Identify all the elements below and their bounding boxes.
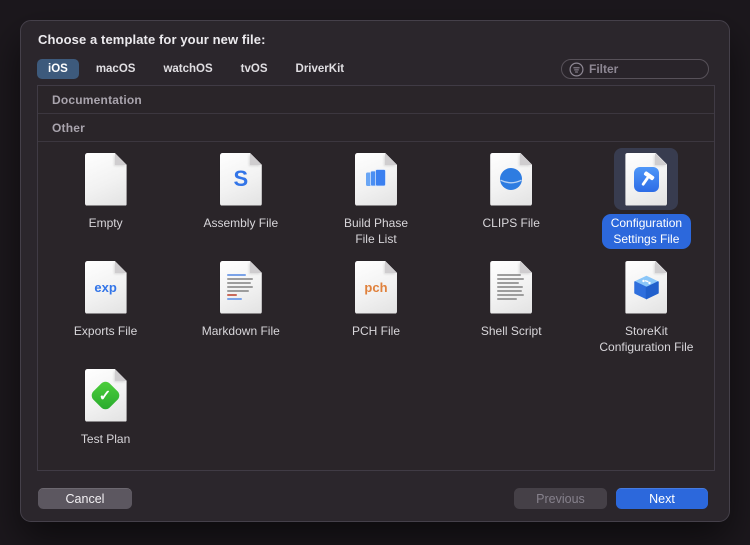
test-plan-icon: ✓: [74, 364, 138, 426]
template-grid: Empty S Assembly File Build Phase File Lis…: [38, 142, 714, 468]
template-label: Shell Script: [480, 324, 542, 338]
template-label: Configuration Settings File: [601, 214, 692, 250]
template-label: Test Plan: [80, 432, 131, 446]
build-phase-file-list-icon: [344, 148, 408, 210]
template-pch-file[interactable]: pch PCH File: [308, 252, 443, 360]
platform-tabs: iOS macOS watchOS tvOS DriverKit: [37, 59, 355, 79]
template-build-phase-file-list[interactable]: Build Phase File List: [308, 144, 443, 252]
filter-placeholder: Filter: [589, 62, 619, 76]
template-empty[interactable]: Empty: [38, 144, 173, 252]
clips-file-icon: [479, 148, 543, 210]
section-label: Other: [52, 120, 86, 135]
next-button[interactable]: Next: [616, 488, 708, 509]
document-page-icon: [84, 152, 127, 206]
tab-tvos[interactable]: tvOS: [230, 59, 279, 79]
template-assembly-file[interactable]: S Assembly File: [173, 144, 308, 252]
template-list-panel: Documentation Other Empty S Assembly File …: [37, 85, 715, 471]
previous-button[interactable]: Previous: [514, 488, 607, 509]
section-header-other[interactable]: Other: [38, 114, 714, 142]
configuration-settings-file-icon: [614, 148, 679, 210]
template-markdown-file[interactable]: Markdown File: [173, 252, 308, 360]
shell-script-icon: [479, 256, 543, 318]
document-page-icon: [354, 152, 397, 206]
new-file-template-dialog: Choose a template for your new file: iOS…: [20, 20, 730, 522]
tab-watchos[interactable]: watchOS: [152, 59, 223, 79]
blank-document-icon: [74, 148, 138, 210]
template-label: CLIPS File: [482, 216, 540, 230]
filter-icon: [569, 61, 584, 77]
exports-file-icon: exp: [74, 256, 138, 318]
document-page-icon: [625, 152, 668, 206]
template-clips-file[interactable]: CLIPS File: [444, 144, 579, 252]
template-label: PCH File: [351, 324, 400, 338]
markdown-file-icon: [209, 256, 273, 318]
template-label: Exports File: [73, 324, 138, 338]
pch-file-icon: pch: [344, 256, 408, 318]
template-label: Build Phase File List: [343, 216, 409, 246]
template-label: Assembly File: [203, 216, 279, 230]
tab-driverkit[interactable]: DriverKit: [285, 59, 356, 79]
dialog-title: Choose a template for your new file:: [38, 32, 266, 47]
document-page-icon: S: [219, 152, 262, 206]
template-label: Markdown File: [201, 324, 280, 338]
document-page-icon: exp: [84, 260, 127, 314]
template-label: Empty: [88, 216, 123, 230]
assembly-file-icon: S: [209, 148, 273, 210]
tab-macos[interactable]: macOS: [85, 59, 147, 79]
tab-ios[interactable]: iOS: [37, 59, 79, 79]
document-page-icon: [490, 152, 533, 206]
section-header-documentation[interactable]: Documentation: [38, 86, 714, 114]
document-page-icon: [490, 260, 533, 314]
template-exports-file[interactable]: exp Exports File: [38, 252, 173, 360]
filter-field[interactable]: Filter: [561, 59, 709, 79]
template-configuration-settings-file[interactable]: Configuration Settings File: [579, 144, 714, 252]
template-shell-script[interactable]: Shell Script: [444, 252, 579, 360]
template-test-plan[interactable]: ✓ Test Plan: [38, 360, 173, 468]
document-page-icon: [625, 260, 668, 314]
section-label: Documentation: [52, 92, 142, 107]
storekit-configuration-file-icon: [614, 256, 678, 318]
cancel-button[interactable]: Cancel: [38, 488, 132, 509]
document-page-icon: [219, 260, 262, 314]
document-page-icon: ✓: [84, 368, 127, 422]
template-storekit-configuration-file[interactable]: StoreKit Configuration File: [579, 252, 714, 360]
template-label: StoreKit Configuration File: [599, 324, 694, 354]
document-page-icon: pch: [354, 260, 397, 314]
platform-tab-bar: iOS macOS watchOS tvOS DriverKit Filter: [37, 57, 713, 81]
